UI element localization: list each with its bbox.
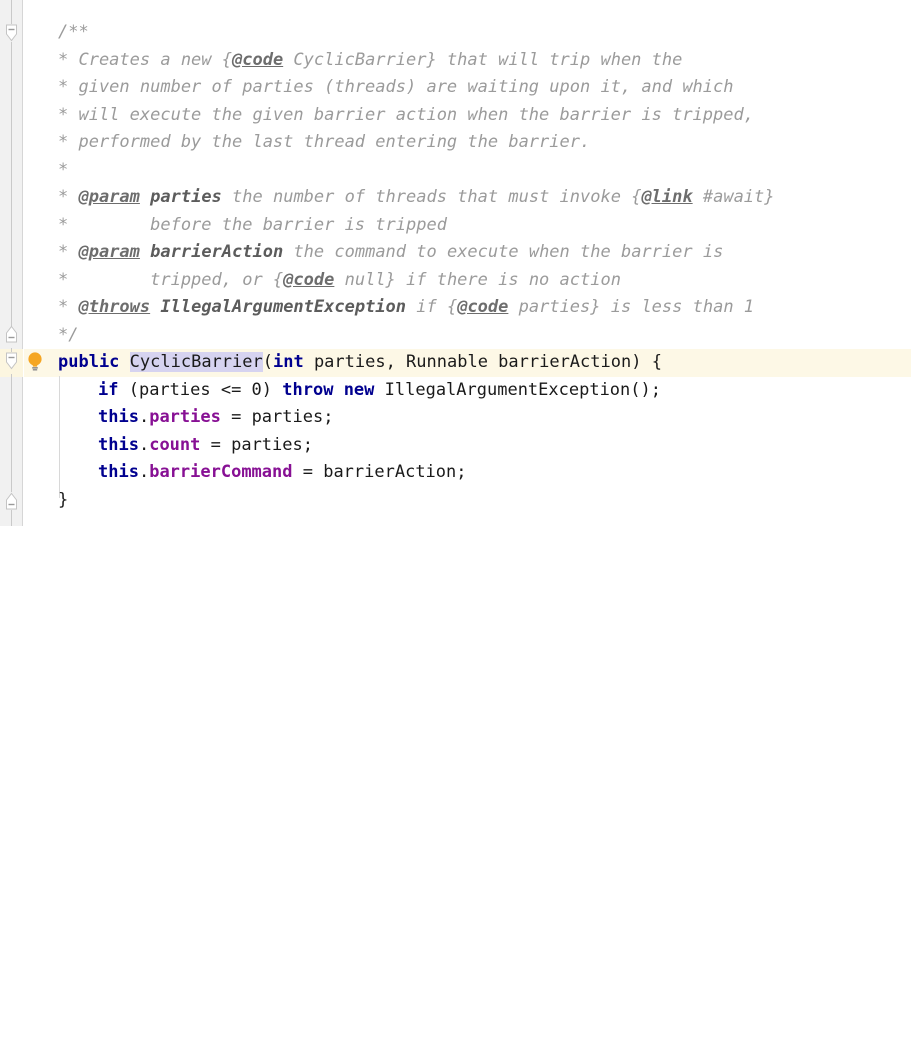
code-line[interactable]: this.parties = parties; — [98, 404, 333, 432]
code-line[interactable]: if (parties <= 0) throw new IllegalArgum… — [98, 377, 661, 405]
javadoc-tag-throws[interactable]: @throws — [78, 297, 150, 317]
assignment-expression: = barrierAction; — [292, 462, 467, 482]
javadoc-param-name: parties — [139, 187, 222, 207]
code-line[interactable]: * tripped, or {@code null} if there is n… — [58, 267, 621, 295]
keyword-new: new — [343, 379, 375, 400]
code-editor[interactable]: /** * Creates a new {@code CyclicBarrier… — [0, 0, 911, 526]
javadoc-text: * performed by the last thread entering … — [58, 132, 591, 152]
javadoc-text: the command to execute when the barrier … — [283, 242, 724, 262]
javadoc-text: * — [58, 159, 69, 180]
code-line[interactable]: this.barrierCommand = barrierAction; — [98, 459, 467, 487]
javadoc-text: * Creates a new { — [58, 49, 232, 70]
javadoc-text: parties} is less than 1 — [508, 297, 755, 317]
paren-open: ( — [262, 352, 273, 372]
condition-expression: (parties <= 0) — [118, 379, 283, 400]
javadoc-text: the number of threads that must invoke { — [221, 187, 642, 207]
javadoc-tag-code[interactable]: @code — [283, 270, 334, 290]
keyword-int: int — [272, 352, 304, 372]
javadoc-text: null} if there is no action — [334, 269, 621, 290]
code-line-method-signature[interactable]: public CyclicBarrier(int parties, Runnab… — [58, 349, 662, 377]
highlighted-identifier-cyclicbarrier[interactable]: CyclicBarrier — [129, 352, 263, 372]
keyword-this: this — [98, 462, 139, 482]
code-line[interactable]: * performed by the last thread entering … — [58, 129, 590, 157]
keyword-throw: throw — [282, 379, 334, 400]
javadoc-text: * — [58, 297, 79, 317]
javadoc-text: * tripped, or { — [58, 269, 284, 290]
javadoc-text: * given number of parties (threads) are … — [58, 77, 734, 97]
javadoc-text: CyclicBarrier} that will trip when the — [283, 49, 683, 70]
javadoc-text: * will execute the given barrier action … — [58, 104, 754, 125]
dot-operator: . — [138, 434, 150, 455]
javadoc-text: /** — [58, 22, 89, 42]
field-parties[interactable]: parties — [149, 407, 221, 427]
code-line[interactable]: */ — [58, 322, 78, 350]
field-barriercommand[interactable]: barrierCommand — [149, 462, 292, 482]
javadoc-text: */ — [58, 324, 79, 345]
code-line[interactable]: * — [58, 157, 68, 185]
keyword-if: if — [98, 379, 119, 400]
code-line[interactable]: * @param barrierAction the command to ex… — [58, 239, 723, 267]
javadoc-text: #await} — [692, 187, 775, 207]
assignment-expression: = parties; — [200, 434, 313, 455]
assignment-expression: = parties; — [220, 407, 334, 427]
javadoc-text: if { — [406, 297, 458, 317]
javadoc-tag-param[interactable]: @param — [78, 187, 139, 207]
intention-bulb-icon[interactable] — [26, 351, 44, 371]
code-line[interactable]: * @param parties the number of threads t… — [58, 184, 775, 212]
code-line[interactable]: * given number of parties (threads) are … — [58, 74, 734, 102]
keyword-this: this — [98, 407, 139, 427]
closing-brace: } — [58, 489, 69, 510]
indent-guide — [59, 376, 60, 498]
javadoc-tag-param[interactable]: @param — [78, 242, 139, 262]
code-line[interactable]: * will execute the given barrier action … — [58, 102, 754, 130]
exception-constructor-call: IllegalArgumentException(); — [374, 379, 661, 400]
code-line[interactable]: } — [58, 487, 68, 515]
javadoc-text: * — [58, 242, 79, 262]
code-line[interactable]: /** — [58, 19, 89, 47]
dot-operator: . — [138, 407, 150, 427]
javadoc-param-name: barrierAction — [139, 242, 284, 262]
javadoc-tag-code[interactable]: @code — [232, 50, 283, 70]
javadoc-tag-code[interactable]: @code — [457, 297, 508, 317]
field-count[interactable]: count — [149, 435, 200, 455]
code-line[interactable]: * before the barrier is tripped — [58, 212, 447, 240]
code-text-area[interactable]: /** * Creates a new {@code CyclicBarrier… — [0, 0, 775, 1052]
signature-params: parties, Runnable barrierAction) { — [303, 352, 662, 372]
javadoc-exception-name: IllegalArgumentException — [150, 297, 407, 317]
code-line[interactable]: * Creates a new {@code CyclicBarrier} th… — [58, 47, 682, 75]
javadoc-text: * before the barrier is tripped — [58, 214, 447, 235]
keyword-this: this — [98, 434, 139, 455]
keyword-public: public — [58, 352, 120, 372]
dot-operator: . — [138, 462, 150, 482]
code-line[interactable]: * @throws IllegalArgumentException if {@… — [58, 294, 754, 322]
javadoc-text: * — [58, 187, 79, 207]
javadoc-tag-link[interactable]: @link — [641, 187, 692, 207]
code-line[interactable]: this.count = parties; — [98, 432, 313, 460]
